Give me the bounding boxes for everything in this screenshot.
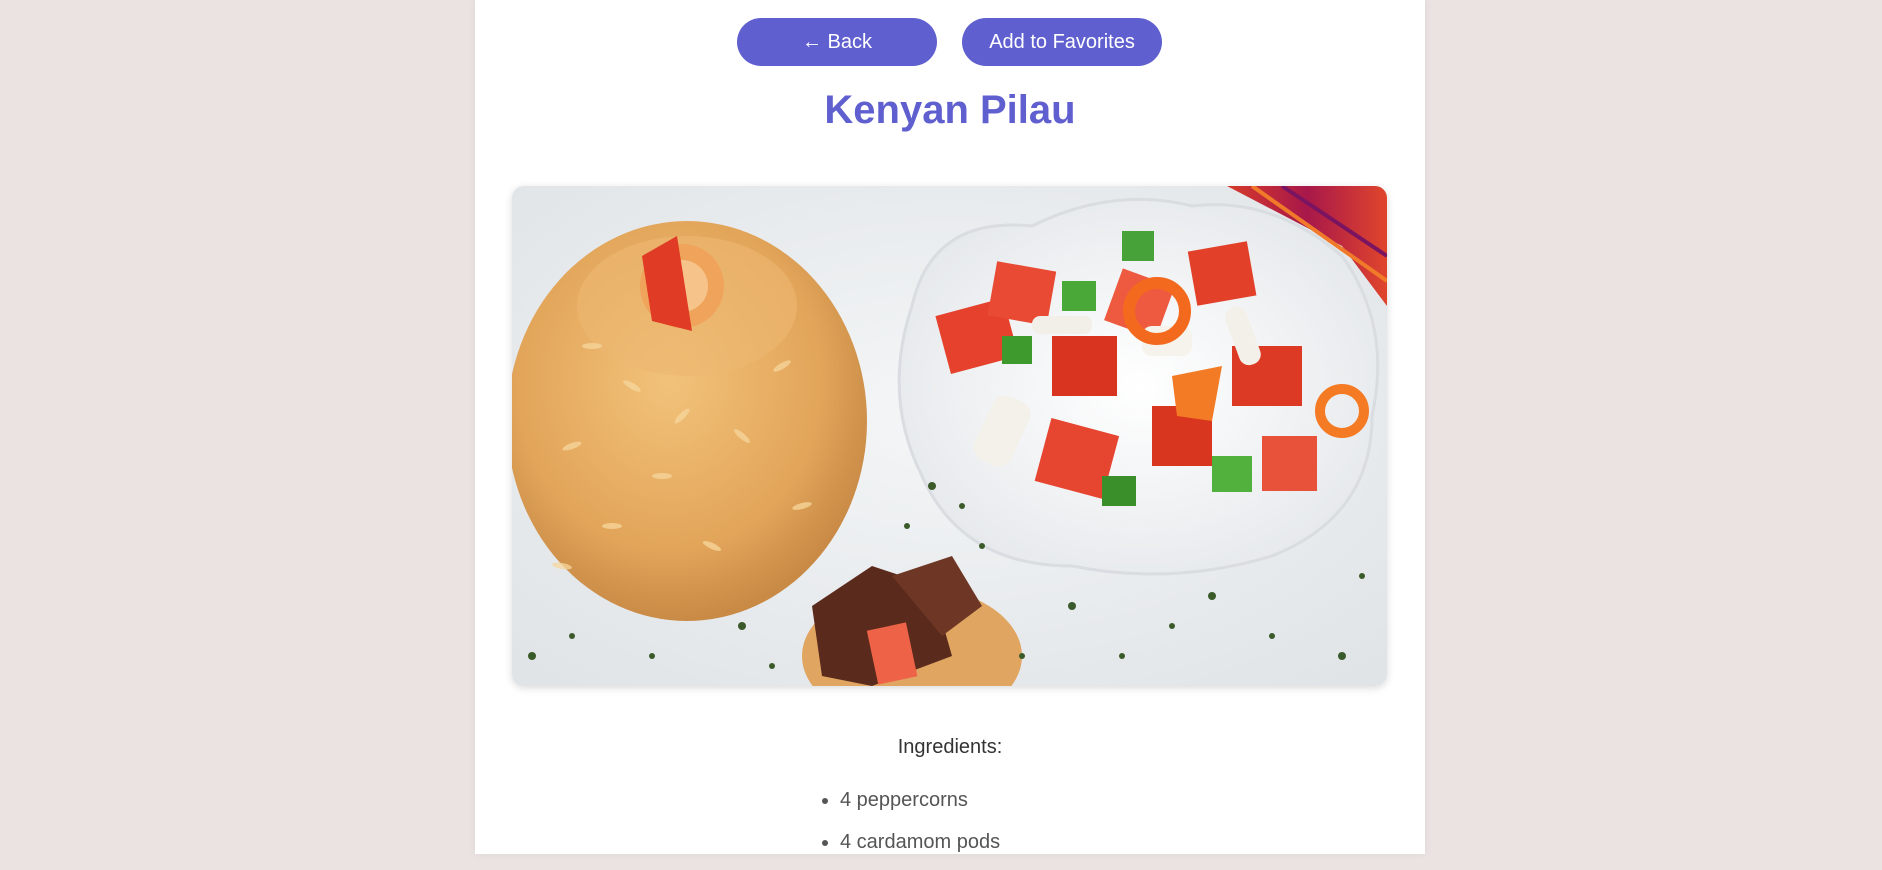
back-button[interactable]: ← Back	[737, 18, 937, 66]
ingredient-item: 4 peppercorns	[840, 786, 1000, 828]
ingredient-item: 4 cardamom pods	[840, 828, 1000, 870]
recipe-card: ← Back Add to Favorites Kenyan Pilau Ing…	[475, 0, 1425, 854]
recipe-title: Kenyan Pilau	[824, 88, 1076, 132]
ingredients-list: 4 peppercorns 4 cardamom pods	[818, 786, 1000, 870]
ingredients-heading: Ingredients:	[897, 736, 1003, 758]
recipe-image	[512, 186, 1387, 686]
add-to-favorites-button[interactable]: Add to Favorites	[962, 18, 1162, 66]
